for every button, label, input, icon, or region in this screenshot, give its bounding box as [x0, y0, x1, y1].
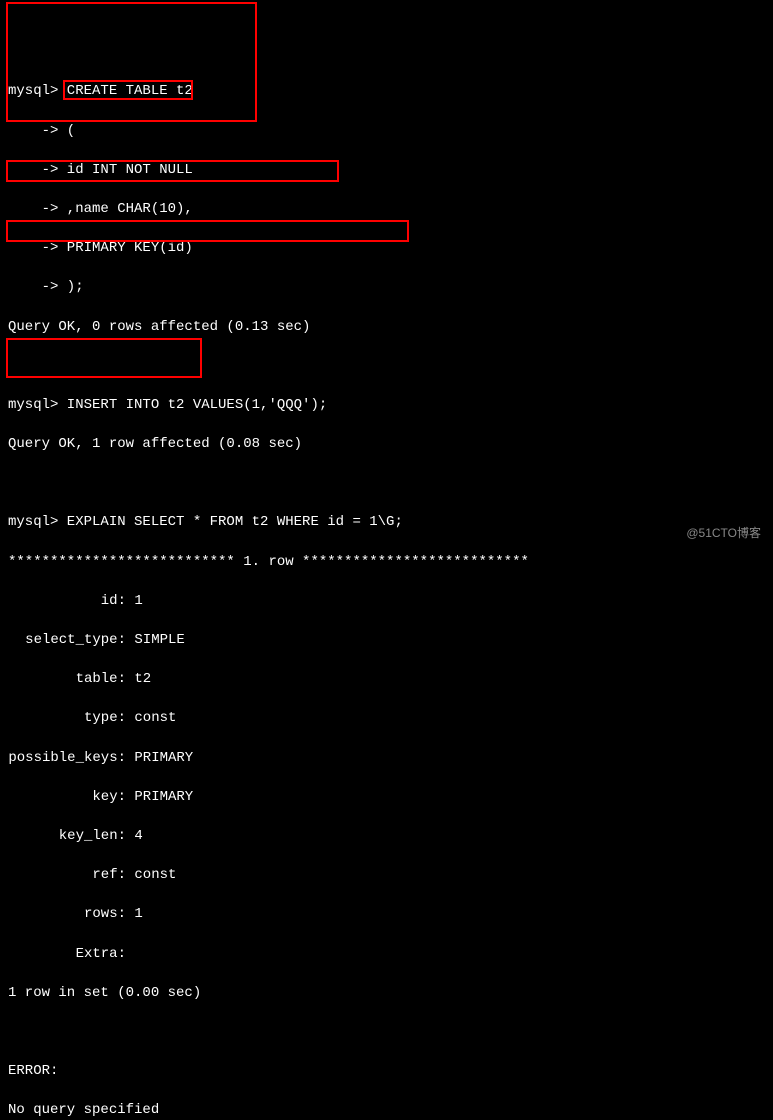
explain-row: ref: const [8, 866, 765, 886]
explain-row: key: PRIMARY [8, 788, 765, 808]
field-value: SIMPLE [126, 632, 185, 648]
field-label: key_len: [8, 827, 126, 847]
explain-row: key_len: 4 [8, 827, 765, 847]
explain-row: table: t2 [8, 670, 765, 690]
field-value: const [126, 867, 176, 883]
field-label: id: [8, 592, 126, 612]
field-label: Extra: [8, 945, 126, 965]
field-value: 1 [126, 906, 143, 922]
field-label: rows: [8, 905, 126, 925]
terminal-line: mysql> CREATE TABLE t2 [8, 82, 765, 102]
field-label: possible_keys: [8, 749, 126, 769]
error-label: ERROR: [8, 1062, 765, 1082]
highlight-box-create-table [6, 2, 257, 122]
field-value: const [126, 710, 176, 726]
terminal-line: mysql> EXPLAIN SELECT * FROM t2 WHERE id… [8, 513, 765, 533]
field-value: t2 [126, 671, 151, 687]
error-message: No query specified [8, 1101, 765, 1120]
field-value: PRIMARY [126, 789, 193, 805]
field-value: 1 [126, 593, 143, 609]
explain-row: Extra: [8, 945, 765, 965]
explain-row: rows: 1 [8, 905, 765, 925]
explain-row: id: 1 [8, 592, 765, 612]
field-value: PRIMARY [126, 750, 193, 766]
explain-row: possible_keys: PRIMARY [8, 749, 765, 769]
field-label: select_type: [8, 631, 126, 651]
rowset-summary: 1 row in set (0.00 sec) [8, 984, 765, 1004]
query-result: Query OK, 0 rows affected (0.13 sec) [8, 318, 765, 338]
terminal-line: mysql> INSERT INTO t2 VALUES(1,'QQQ'); [8, 396, 765, 416]
terminal-line: -> PRIMARY KEY(id) [8, 239, 765, 259]
terminal-line: -> ,name CHAR(10), [8, 200, 765, 220]
field-label: table: [8, 670, 126, 690]
field-value: 4 [126, 828, 143, 844]
terminal-line: -> id INT NOT NULL [8, 161, 765, 181]
explain-row: select_type: SIMPLE [8, 631, 765, 651]
field-value [126, 946, 134, 962]
field-label: type: [8, 709, 126, 729]
blank-line [8, 357, 765, 377]
row-separator: *************************** 1. row *****… [8, 553, 765, 573]
query-result: Query OK, 1 row affected (0.08 sec) [8, 435, 765, 455]
blank-line [8, 474, 765, 494]
field-label: ref: [8, 866, 126, 886]
watermark-text: @51CTO博客 [686, 525, 761, 542]
field-label: key: [8, 788, 126, 808]
terminal-line: -> ( [8, 122, 765, 142]
terminal-line: -> ); [8, 278, 765, 298]
explain-row: type: const [8, 709, 765, 729]
blank-line [8, 1023, 765, 1043]
